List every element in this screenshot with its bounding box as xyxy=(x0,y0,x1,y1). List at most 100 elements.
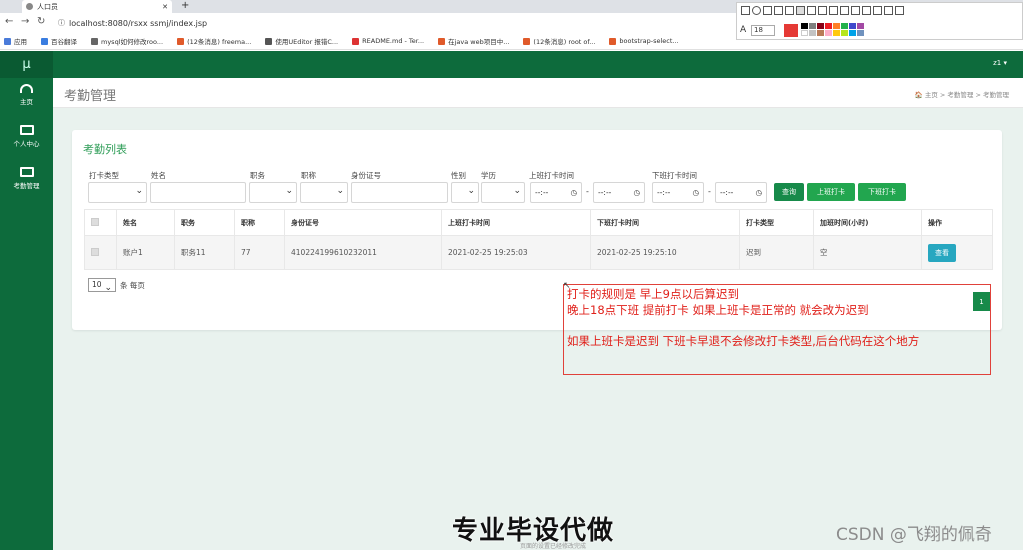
cancel-icon[interactable] xyxy=(884,6,893,15)
id-number-input[interactable] xyxy=(351,182,448,203)
page-size-select[interactable]: 10 xyxy=(88,278,116,294)
checkin-button[interactable]: 上班打卡 xyxy=(807,183,855,201)
query-button[interactable]: 查询 xyxy=(774,183,804,201)
color-swatch[interactable] xyxy=(833,30,840,36)
color-swatch[interactable] xyxy=(849,23,856,29)
bookmark-item[interactable]: bootstrap-select... xyxy=(609,37,679,45)
table-cell: 77 xyxy=(234,235,285,270)
color-swatch[interactable] xyxy=(801,23,808,29)
watermark: CSDN @飞翔的佩奇 xyxy=(836,525,992,545)
color-swatch[interactable] xyxy=(857,30,864,36)
checkout-end-time[interactable]: --:-- ◷ xyxy=(715,182,767,203)
filter-label-id: 身份证号 xyxy=(351,171,381,180)
filter-label-name: 姓名 xyxy=(151,171,166,180)
user-menu[interactable]: z1 ▾ xyxy=(993,59,1007,67)
bookmark-item[interactable]: 应用 xyxy=(4,36,27,46)
panel-title: 考勤列表 xyxy=(83,143,127,156)
title-select[interactable] xyxy=(300,182,348,203)
position-select[interactable] xyxy=(249,182,297,203)
redo-icon[interactable] xyxy=(840,6,849,15)
filter-label-checkout: 下班打卡时间 xyxy=(652,171,697,180)
checkin-start-time[interactable]: --:-- ◷ xyxy=(530,182,582,203)
color-swatch[interactable] xyxy=(841,23,848,29)
reload-icon[interactable]: ↻ xyxy=(37,16,45,27)
breadcrumb: 🏠 主页 > 考勤管理 > 考勤管理 xyxy=(914,91,1009,99)
color-swatch[interactable] xyxy=(841,30,848,36)
bookmark-item[interactable]: (12条消息) freema... xyxy=(177,36,251,46)
color-swatch[interactable] xyxy=(817,30,824,36)
note-line: 打卡的规则是 早上9点以后算迟到 xyxy=(567,287,739,301)
color-swatch[interactable] xyxy=(809,30,816,36)
current-color-swatch[interactable] xyxy=(784,24,798,37)
color-swatch[interactable] xyxy=(857,23,864,29)
column-header: 身份证号 xyxy=(284,209,442,236)
note-line: 晚上18点下班 提前打卡 如果上班卡是正常的 就会改为迟到 xyxy=(567,303,869,317)
education-select[interactable] xyxy=(481,182,525,203)
color-swatch[interactable] xyxy=(825,30,832,36)
browser-tab[interactable]: 人口员 ✕ xyxy=(22,0,172,13)
checkin-end-time[interactable]: --:-- ◷ xyxy=(593,182,645,203)
color-swatch[interactable] xyxy=(825,23,832,29)
annotation-tools-row xyxy=(740,6,905,15)
bookmark-item[interactable]: (12条消息) root of... xyxy=(523,36,595,46)
color-swatch[interactable] xyxy=(801,30,808,36)
mosaic-tool-icon[interactable] xyxy=(785,6,794,15)
save-icon[interactable] xyxy=(851,6,860,15)
color-swatch[interactable] xyxy=(833,23,840,29)
number-tool-icon[interactable] xyxy=(818,6,827,15)
row-checkbox[interactable] xyxy=(91,247,99,256)
bookmark-item[interactable]: README.md - Ter... xyxy=(352,37,424,45)
color-swatch[interactable] xyxy=(809,23,816,29)
name-input[interactable] xyxy=(150,182,246,203)
info-icon: ⓘ xyxy=(58,19,65,27)
rectangle-tool-icon[interactable] xyxy=(741,6,750,15)
bookmark-item[interactable]: mysql如何修改roo... xyxy=(91,36,163,46)
color-swatch[interactable] xyxy=(817,23,824,29)
sidebar-item-profile[interactable]: 个人中心 xyxy=(0,125,53,148)
forward-icon[interactable]: → xyxy=(21,16,29,27)
undo-icon[interactable] xyxy=(829,6,838,15)
filter-label-type: 打卡类型 xyxy=(89,171,119,180)
color-palette xyxy=(801,23,864,36)
sidebar-item-attendance[interactable]: 考勤管理 xyxy=(0,167,53,190)
browser-tab-title: 人口员 xyxy=(37,2,58,11)
ellipse-tool-icon[interactable] xyxy=(752,6,761,15)
sidebar-item-label: 个人中心 xyxy=(13,140,40,148)
pin-icon[interactable] xyxy=(862,6,871,15)
page-favicon-icon xyxy=(26,3,33,10)
attendance-table: 姓名 职务 职称 身份证号 上班打卡时间 下班打卡时间 打卡类型 加班时间(小时… xyxy=(84,209,993,270)
highlight-tool-icon[interactable] xyxy=(807,6,816,15)
view-button[interactable]: 查看 xyxy=(928,243,956,262)
sidebar-item-home[interactable]: 主页 xyxy=(0,84,53,106)
table-cell: 账户1 xyxy=(116,235,175,270)
monitor-icon xyxy=(19,167,34,177)
clock-icon: ◷ xyxy=(570,188,577,197)
clock-icon: ◷ xyxy=(633,188,640,197)
url-field[interactable]: ⓘ localhost:8080/rsxx ssmj/index.jsp xyxy=(58,16,738,30)
column-header: 上班打卡时间 xyxy=(441,209,591,236)
type-select[interactable] xyxy=(88,182,147,203)
checkout-button[interactable]: 下班打卡 xyxy=(858,183,906,201)
color-swatch[interactable] xyxy=(849,30,856,36)
table-cell: 2021-02-25 19:25:10 xyxy=(590,235,740,270)
note-line: 如果上班卡是迟到 下班卡早退不会修改打卡类型,后台代码在这个地方 xyxy=(567,334,920,348)
arrow-tool-icon[interactable] xyxy=(763,6,772,15)
checkout-start-time[interactable]: --:-- ◷ xyxy=(652,182,704,203)
pen-tool-icon[interactable] xyxy=(774,6,783,15)
copy-icon[interactable] xyxy=(873,6,882,15)
sidebar-item-label: 考勤管理 xyxy=(13,182,40,190)
back-icon[interactable]: ← xyxy=(5,16,13,27)
bookmark-item[interactable]: 使用UEditor 报错C... xyxy=(265,36,338,46)
app-logo: μ xyxy=(0,51,53,78)
new-tab-button[interactable]: + xyxy=(177,0,193,12)
font-size-select[interactable]: 18 xyxy=(751,25,775,36)
column-header: 姓名 xyxy=(116,209,175,236)
close-icon[interactable]: ✕ xyxy=(162,3,168,11)
done-icon[interactable] xyxy=(895,6,904,15)
bookmark-item[interactable]: 在java web项目中... xyxy=(438,36,509,46)
bookmark-item[interactable]: 百谷翻译 xyxy=(41,36,77,46)
text-tool-icon[interactable] xyxy=(796,6,805,15)
select-all-checkbox[interactable] xyxy=(91,217,99,226)
filter-label-position: 职务 xyxy=(250,171,265,180)
gender-select[interactable] xyxy=(451,182,479,203)
